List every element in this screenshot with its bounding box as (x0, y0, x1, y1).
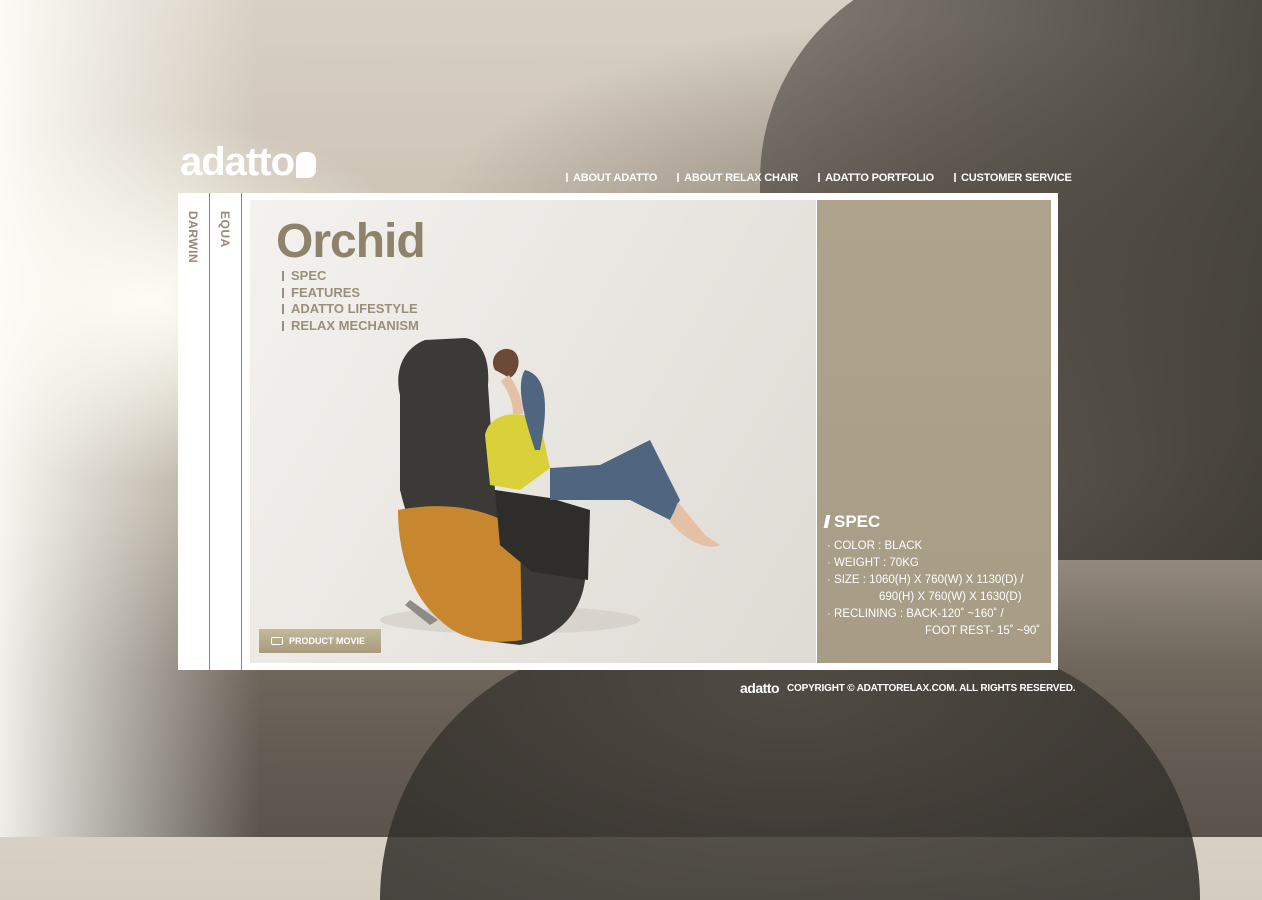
footer-logo: adatto (740, 680, 780, 696)
spec-title: SPEC (825, 512, 880, 532)
spec-size-line2: 690(H) X 760(W) X 1630(D) (879, 591, 1022, 603)
footer-copyright: COPYRIGHT © ADATTORELAX.COM. ALL RIGHTS … (787, 682, 1076, 694)
spec-color: · COLOR : BLACK (827, 540, 923, 552)
spec-panel: SPEC · COLOR : BLACK · WEIGHT : 70KG · S… (817, 200, 1051, 663)
product-movie-button[interactable]: PRODUCT MOVIE (258, 628, 382, 654)
side-tab-equa[interactable]: EQUA (210, 193, 242, 670)
background-chair-arm (380, 640, 1200, 900)
spec-weight: · WEIGHT : 70KG (827, 557, 919, 569)
content-frame: DARWIN EQUA Orchid SPEC FEATURES ADATTO … (178, 193, 1058, 670)
product-showcase: Orchid SPEC FEATURES ADATTO LIFESTYLE RE… (250, 200, 816, 663)
spec-size: · SIZE : 1060(H) X 760(W) X 1130(D) / 69… (827, 572, 1040, 606)
spec-reclining-line1: · RECLINING : BACK-120˚ ~160˚ / (827, 608, 1004, 620)
nav-customer-service[interactable]: CUSTOMER SERVICE (954, 172, 1072, 184)
side-tab-darwin-label: DARWIN (186, 211, 200, 264)
nav-adatto-portfolio[interactable]: ADATTO PORTFOLIO (818, 172, 934, 184)
logo-text: adatto (180, 140, 295, 184)
spec-reclining-line2: FOOT REST- 15˚ ~90˚ (925, 625, 1041, 637)
footer: adatto COPYRIGHT © ADATTORELAX.COM. ALL … (740, 680, 1076, 696)
nav-about-relax-chair[interactable]: ABOUT RELAX CHAIR (677, 172, 798, 184)
adatto-logo[interactable]: adatto (180, 140, 350, 192)
product-photo-chair-model (380, 338, 720, 645)
spec-size-line1: · SIZE : 1060(H) X 760(W) X 1130(D) / (827, 574, 1024, 586)
nav-about-adatto[interactable]: ABOUT ADATTO (566, 172, 657, 184)
top-navigation: ABOUT ADATTO ABOUT RELAX CHAIR ADATTO PO… (566, 172, 1072, 184)
tv-icon (271, 637, 283, 645)
spec-list: · COLOR : BLACK · WEIGHT : 70KG · SIZE :… (827, 538, 1040, 640)
spec-reclining: · RECLINING : BACK-120˚ ~160˚ / FOOT RES… (827, 606, 1040, 640)
side-tab-equa-label: EQUA (218, 211, 232, 248)
product-movie-label: PRODUCT MOVIE (289, 636, 366, 646)
side-tab-darwin[interactable]: DARWIN (178, 193, 210, 670)
logo-comma-mark (296, 152, 316, 178)
